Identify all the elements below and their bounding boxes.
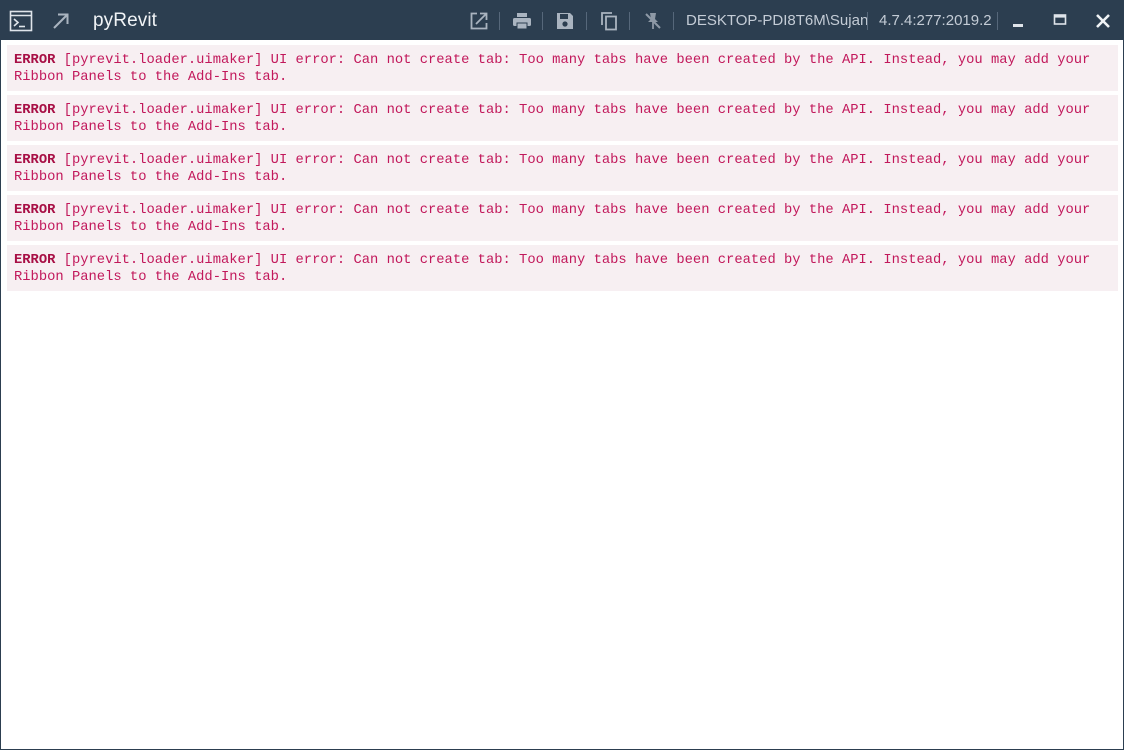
log-level-label: ERROR [14,53,56,68]
separator [586,12,587,30]
log-message: [pyrevit.loader.uimaker] UI error: Can n… [14,203,1099,235]
copy-icon[interactable] [595,1,623,40]
log-level-label: ERROR [14,203,56,218]
diagonal-arrow-icon[interactable] [47,1,75,40]
log-message: [pyrevit.loader.uimaker] UI error: Can n… [14,253,1099,285]
maximize-icon[interactable] [1046,1,1074,40]
log-level-label: ERROR [14,153,56,168]
minimize-icon[interactable] [1004,1,1032,40]
log-message: [pyrevit.loader.uimaker] UI error: Can n… [14,53,1099,85]
log-entry: ERROR [pyrevit.loader.uimaker] UI error:… [7,195,1118,241]
output-window: pyRevit DESKTOP-PDI8T6M\Sujan 4.7.4:277:… [0,0,1124,750]
print-icon[interactable] [508,1,536,40]
log-level-label: ERROR [14,103,56,118]
separator [629,12,630,30]
title-bar[interactable]: pyRevit DESKTOP-PDI8T6M\Sujan 4.7.4:277:… [1,1,1123,40]
user-label: DESKTOP-PDI8T6M\Sujan [686,12,869,29]
log-output[interactable]: ERROR [pyrevit.loader.uimaker] UI error:… [7,45,1118,295]
log-message: [pyrevit.loader.uimaker] UI error: Can n… [14,153,1099,185]
open-external-icon[interactable] [465,1,493,40]
unpin-icon[interactable] [639,1,667,40]
log-message: [pyrevit.loader.uimaker] UI error: Can n… [14,103,1099,135]
log-entry: ERROR [pyrevit.loader.uimaker] UI error:… [7,95,1118,141]
separator [997,12,998,30]
save-icon[interactable] [551,1,579,40]
version-label: 4.7.4:277:2019.2 [879,12,992,29]
separator [542,12,543,30]
log-entry: ERROR [pyrevit.loader.uimaker] UI error:… [7,45,1118,91]
log-level-label: ERROR [14,253,56,268]
separator [673,12,674,30]
log-entry: ERROR [pyrevit.loader.uimaker] UI error:… [7,245,1118,291]
close-icon[interactable] [1089,1,1117,40]
app-title: pyRevit [93,9,158,31]
separator [867,12,868,30]
log-entry: ERROR [pyrevit.loader.uimaker] UI error:… [7,145,1118,191]
separator [499,12,500,30]
terminal-icon[interactable] [7,1,35,40]
